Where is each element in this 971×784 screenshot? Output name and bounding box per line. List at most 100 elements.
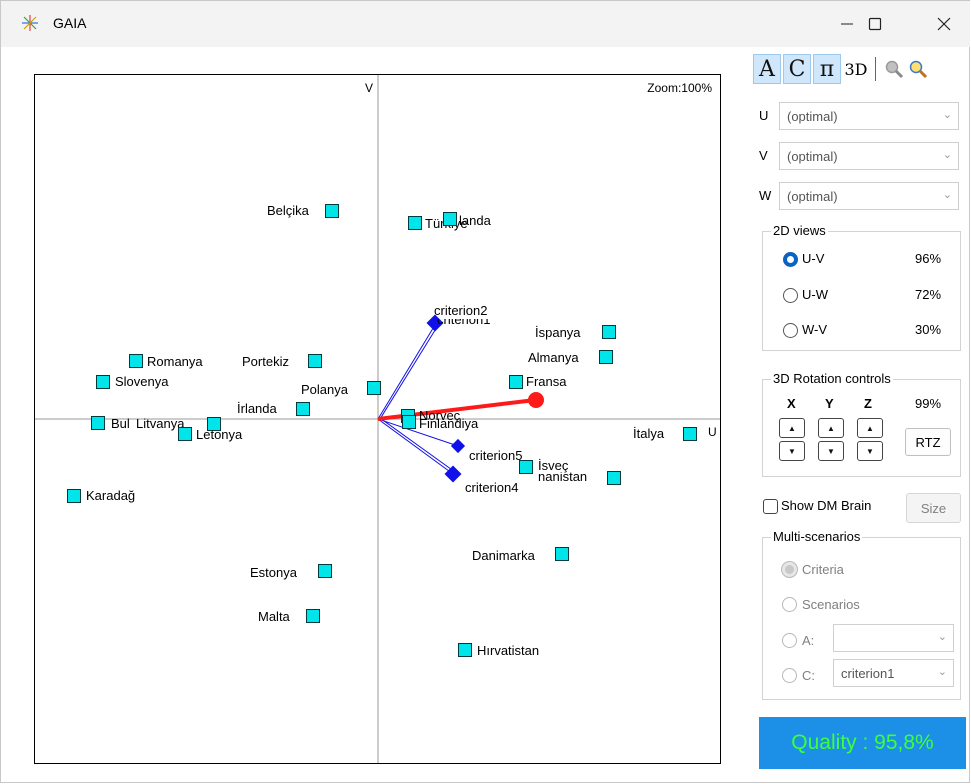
alt-label: landa	[459, 213, 491, 228]
alt-label: İspanya	[535, 325, 581, 340]
v-axis-selector-label: V	[759, 148, 768, 163]
scenarios-option-label[interactable]: Scenarios	[802, 597, 860, 612]
show-dm-brain-checkbox[interactable]	[763, 499, 778, 514]
rotate-z-up-button[interactable]: ▲	[857, 418, 883, 438]
alt-marker[interactable]	[599, 350, 613, 364]
u-axis-row: U (optimal) ⌄	[759, 102, 961, 132]
alt-label: İsveç	[538, 458, 569, 473]
title-bar[interactable]: GAIA	[1, 1, 970, 47]
u-axis-select[interactable]: (optimal) ⌄	[779, 102, 959, 130]
criteria-option-label[interactable]: Criteria	[802, 562, 844, 577]
zoom-level: Zoom:100%	[647, 81, 712, 95]
alt-marker[interactable]	[96, 375, 110, 389]
rotate-x-up-button[interactable]: ▲	[779, 418, 805, 438]
rotate-x-down-button[interactable]: ▼	[779, 441, 805, 461]
alt-marker[interactable]	[306, 609, 320, 623]
arrow-up-icon: ▲	[827, 423, 835, 433]
view-wv-radio[interactable]	[783, 323, 798, 338]
arrow-up-icon: ▲	[866, 423, 874, 433]
c-select[interactable]: criterion1 ⌄	[833, 659, 954, 687]
alt-marker[interactable]	[509, 375, 523, 389]
alt-label: Finlandiya	[419, 416, 479, 431]
rotate-y-up-button[interactable]: ▲	[818, 418, 844, 438]
alt-label: Estonya	[250, 565, 297, 580]
alt-marker[interactable]	[602, 325, 616, 339]
a-radio[interactable]	[782, 633, 797, 648]
alt-marker[interactable]	[91, 416, 105, 430]
chevron-down-icon: ⌄	[942, 149, 952, 161]
c-radio[interactable]	[782, 668, 797, 683]
a-select[interactable]: ⌄	[833, 624, 954, 652]
c-option-label[interactable]: C:	[802, 668, 815, 683]
decision-stick-end	[528, 392, 544, 408]
alt-marker[interactable]	[683, 427, 697, 441]
alt-marker[interactable]	[308, 354, 322, 368]
arrow-down-icon: ▼	[866, 446, 874, 456]
alt-marker[interactable]	[325, 204, 339, 218]
view-uv-radio[interactable]	[783, 252, 798, 267]
view-uw-radio[interactable]	[783, 288, 798, 303]
v-axis-row: V (optimal) ⌄	[759, 142, 961, 172]
u-axis-label: U	[708, 425, 717, 439]
maximize-button[interactable]	[847, 1, 903, 47]
rotate-z-down-button[interactable]: ▼	[857, 441, 883, 461]
alt-marker[interactable]	[408, 216, 422, 230]
alt-marker[interactable]	[519, 460, 533, 474]
alt-marker[interactable]	[129, 354, 143, 368]
rotation-x-label: X	[787, 396, 796, 411]
alt-label: İtalya	[633, 426, 665, 441]
arrow-down-icon: ▼	[827, 446, 835, 456]
view-uv-percent: 96%	[915, 251, 942, 266]
w-axis-row: W (optimal) ⌄	[759, 182, 961, 212]
scenarios-radio[interactable]	[782, 597, 797, 612]
zoom-out-icon	[885, 60, 904, 79]
c-select-value: criterion1	[841, 666, 895, 681]
alt-label: Polanya	[301, 382, 348, 397]
show-alternatives-button[interactable]: A	[753, 54, 781, 84]
zoom-in-button[interactable]	[906, 54, 930, 84]
alt-marker[interactable]	[443, 212, 457, 226]
alt-label: Romanya	[147, 354, 203, 369]
gaia-plane[interactable]: Zoom:100% V U Belçika Türkiye landa İspa…	[34, 74, 721, 764]
alt-marker[interactable]	[555, 547, 569, 561]
view-3d-button[interactable]: 3D	[843, 54, 869, 84]
a-option-label[interactable]: A:	[802, 633, 814, 648]
close-icon	[937, 17, 951, 31]
alt-marker[interactable]	[67, 489, 81, 503]
alt-marker[interactable]	[367, 381, 381, 395]
views-2d-title: 2D views	[771, 223, 828, 238]
alt-label: Letonya	[196, 427, 243, 442]
v-axis-label: V	[365, 81, 374, 95]
alt-marker[interactable]	[296, 402, 310, 416]
rtz-button[interactable]: RTZ	[905, 428, 951, 456]
alt-marker[interactable]	[607, 471, 621, 485]
v-axis-select[interactable]: (optimal) ⌄	[779, 142, 959, 170]
alt-label: Hırvatistan	[477, 643, 540, 658]
view-uw-label[interactable]: U-W	[802, 287, 828, 302]
size-button[interactable]: Size	[906, 493, 961, 523]
close-button[interactable]	[916, 1, 971, 47]
criterion-label: criterion2	[434, 303, 488, 318]
views-2d-group: 2D views U-V 96% U-W 72% W-V 30%	[762, 223, 961, 351]
alt-marker[interactable]	[318, 564, 332, 578]
chevron-down-icon: ⌄	[937, 631, 947, 643]
alt-label: Danimarka	[472, 548, 535, 563]
show-dm-brain-label[interactable]: Show DM Brain	[781, 498, 871, 513]
criteria-radio[interactable]	[782, 562, 797, 577]
rotate-y-down-button[interactable]: ▼	[818, 441, 844, 461]
zoom-out-button[interactable]	[882, 54, 906, 84]
alt-marker[interactable]	[402, 415, 416, 429]
chevron-down-icon: ⌄	[942, 189, 952, 201]
view-wv-label[interactable]: W-V	[802, 322, 827, 337]
alt-label: Bul	[111, 416, 130, 431]
v-axis-select-value: (optimal)	[787, 149, 838, 164]
w-axis-select[interactable]: (optimal) ⌄	[779, 182, 959, 210]
alt-marker[interactable]	[178, 427, 192, 441]
show-criteria-button[interactable]: C	[783, 54, 811, 84]
show-pi-button[interactable]: π	[813, 54, 841, 84]
rotation-x-spinner: ▲ ▼	[779, 418, 807, 464]
rotation-group: 3D Rotation controls X Y Z 99% ▲ ▼ ▲ ▼ ▲…	[762, 371, 961, 477]
criterion-label: criterion4	[465, 480, 519, 495]
view-uv-label[interactable]: U-V	[802, 251, 824, 266]
alt-marker[interactable]	[458, 643, 472, 657]
